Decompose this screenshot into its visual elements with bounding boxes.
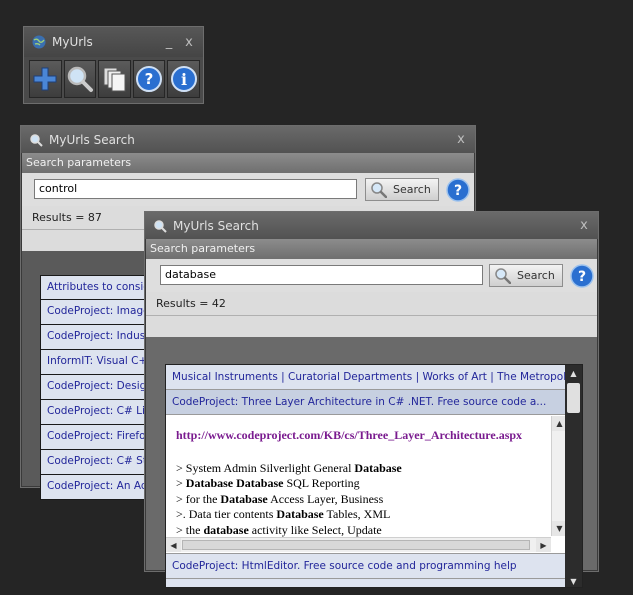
results-list-area: Musical Instruments | Curatorial Departm… — [146, 337, 597, 588]
results-list: Attributes to conside CodeProject: Image… — [40, 275, 145, 500]
preview-line: > System Admin Silverlight General Datab… — [176, 460, 402, 475]
scroll-up-icon[interactable]: ▲ — [552, 416, 566, 431]
globe-icon — [32, 35, 46, 49]
list-item[interactable]: CodeProject: Indust — [40, 325, 145, 350]
toolbar-buttons: ? i — [29, 60, 200, 99]
plus-icon — [33, 67, 57, 91]
close-button[interactable]: x — [455, 132, 467, 147]
preview-line: > the database activity like Select, Upd… — [176, 522, 382, 537]
list-item[interactable]: CodeProject: C# Sta — [40, 450, 145, 475]
list-item[interactable]: CodeProject: An Aqu — [40, 475, 145, 500]
help-icon[interactable]: ? — [570, 264, 594, 288]
preview-line: >. Data tier contents Database Tables, X… — [176, 507, 391, 521]
search-parameters-header: Search parameters — [22, 153, 474, 173]
search-back-titlebar[interactable]: MyUrls Search x — [21, 126, 475, 153]
help-icon: ? — [136, 66, 163, 92]
add-url-button[interactable] — [29, 60, 62, 98]
list-item-selected[interactable]: CodeProject: Three Layer Architecture in… — [166, 390, 566, 415]
copy-icon — [103, 67, 126, 92]
search-icon — [154, 219, 167, 233]
help-icon[interactable]: ? — [446, 178, 470, 202]
preview-line: > Database Database SQL Reporting — [176, 476, 360, 490]
scroll-up-icon[interactable]: ▲ — [565, 365, 582, 381]
svg-text:?: ? — [454, 183, 462, 199]
search-icon — [371, 182, 387, 198]
list-item[interactable]: CodeProject: Image — [40, 300, 145, 325]
search-icon — [67, 66, 93, 92]
scroll-left-icon[interactable]: ◀ — [166, 538, 181, 552]
preview-vertical-scrollbar[interactable]: ▲ ▼ — [551, 416, 566, 536]
search-input[interactable]: control — [34, 179, 357, 199]
preview-url[interactable]: http://www.codeproject.com/KB/cs/Three_L… — [176, 428, 548, 444]
list-item[interactable]: Musical Instruments | Curatorial Departm… — [166, 365, 566, 390]
search-window-front: MyUrls Search x Search parameters databa… — [144, 211, 599, 588]
search-front-titlebar[interactable]: MyUrls Search x — [145, 212, 598, 239]
search-front-title: MyUrls Search — [173, 218, 259, 233]
results-count: Results = 42 — [146, 292, 597, 316]
list-item[interactable]: InformIT: Visual C++ — [40, 350, 145, 375]
list-item[interactable]: CodeProject: Design — [40, 375, 145, 400]
search-button[interactable]: Search — [365, 178, 439, 201]
search-parameters: control Search ? — [22, 173, 474, 206]
list-item[interactable]: CodeProject: C# Lis — [40, 400, 145, 425]
search-button-label: Search — [517, 269, 555, 282]
search-button-label: Search — [393, 183, 431, 196]
toolbar-title: MyUrls — [52, 35, 93, 49]
search-front-body: Search parameters database Search ? Resu… — [146, 239, 597, 588]
preview-content: http://www.codeproject.com/KB/cs/Three_L… — [176, 428, 548, 538]
svg-text:?: ? — [578, 269, 586, 285]
search-parameters-header: Search parameters — [146, 239, 597, 259]
scroll-down-icon[interactable]: ▼ — [565, 573, 582, 587]
list-item[interactable]: CodeProject: HtmlEditor. Free source cod… — [166, 553, 566, 578]
results-list: Musical Instruments | Curatorial Departm… — [165, 364, 583, 588]
scroll-down-icon[interactable]: ▼ — [552, 521, 566, 536]
copy-button[interactable] — [98, 60, 131, 98]
search-button[interactable]: Search — [489, 264, 563, 287]
scroll-thumb[interactable] — [567, 383, 580, 413]
svg-text:?: ? — [145, 70, 154, 88]
myurls-toolbar-window: MyUrls _ x ? i — [23, 26, 204, 104]
search-parameters: database Search ? — [146, 259, 597, 292]
toolbar-titlebar[interactable]: MyUrls _ x — [24, 27, 203, 57]
svg-text:i: i — [181, 70, 187, 89]
list-item[interactable] — [166, 578, 566, 587]
page-preview: http://www.codeproject.com/KB/cs/Three_L… — [166, 416, 566, 552]
search-input[interactable]: database — [160, 265, 483, 285]
preview-line: > for the Database Access Layer, Busines… — [176, 491, 384, 506]
scroll-thumb[interactable] — [182, 540, 530, 550]
info-icon: i — [170, 66, 197, 92]
list-item[interactable]: CodeProject: Firefox — [40, 425, 145, 450]
search-icon — [495, 268, 511, 284]
close-button[interactable]: x — [578, 218, 590, 233]
list-item[interactable]: Attributes to conside — [40, 275, 145, 300]
preview-horizontal-scrollbar[interactable]: ◀ ▶ — [166, 537, 551, 552]
help-button[interactable]: ? — [132, 60, 166, 98]
close-button[interactable]: x — [183, 35, 195, 50]
search-icon — [30, 133, 43, 147]
search-button[interactable] — [63, 60, 97, 98]
info-button[interactable]: i — [167, 60, 200, 98]
search-back-title: MyUrls Search — [49, 132, 135, 147]
scroll-right-icon[interactable]: ▶ — [536, 538, 551, 552]
minimize-button[interactable]: _ — [163, 35, 175, 50]
results-vertical-scrollbar[interactable]: ▲ ▼ — [565, 365, 582, 587]
